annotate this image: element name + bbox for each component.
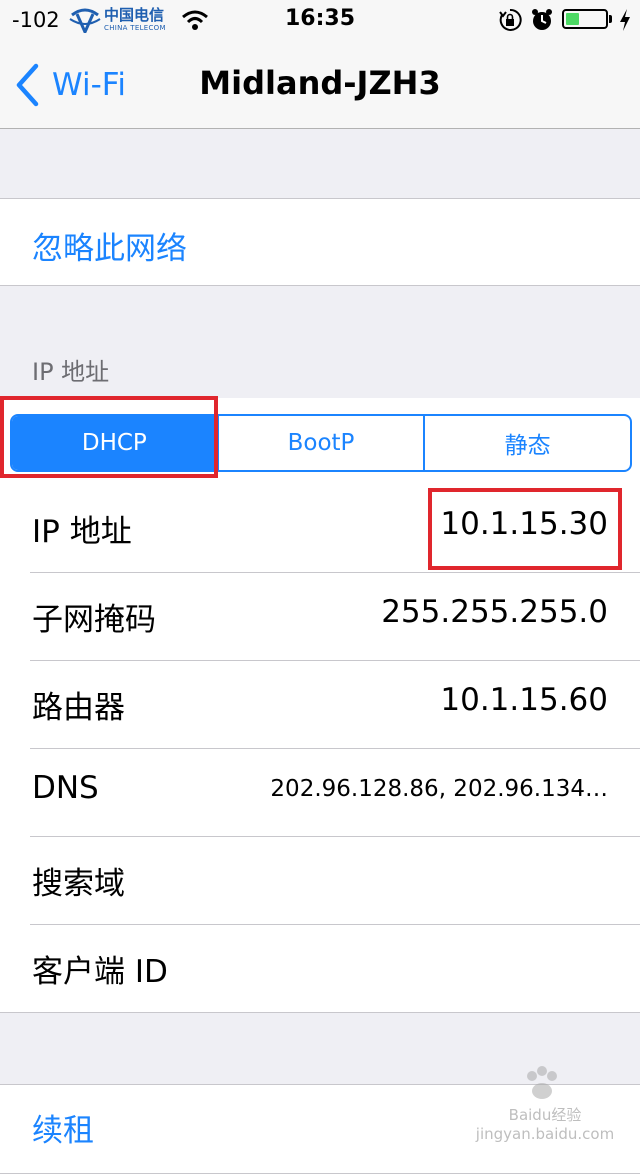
segment-bootp[interactable]: BootP [219, 416, 426, 470]
alarm-icon [532, 9, 552, 30]
battery-tip [609, 15, 612, 23]
watermark-text: Baidu经验 jingyan.baidu.com [475, 1106, 615, 1143]
field-label: 客户端 ID [32, 954, 168, 990]
field-label: DNS [32, 770, 99, 806]
renew-lease-label: 续租 [32, 1113, 94, 1149]
highlight-box-dhcp [0, 396, 218, 478]
page-title: Midland-JZH3 [199, 64, 441, 102]
orientation-lock-icon [499, 8, 522, 31]
battery-icon [562, 9, 608, 29]
segment-static[interactable]: 静态 [425, 416, 630, 470]
status-bar: -102 中国电信 CHINA TELECOM 16:35 [0, 0, 640, 40]
highlight-box-ip-value [428, 488, 622, 570]
field-router[interactable]: 路由器 10.1.15.60 [0, 660, 640, 748]
field-label: 搜索域 [32, 866, 125, 902]
forget-network-cell[interactable]: 忽略此网络 [0, 199, 640, 285]
field-client-id[interactable]: 客户端 ID [0, 924, 640, 1012]
field-label: 路由器 [32, 690, 125, 726]
field-label: 子网掩码 [32, 602, 156, 638]
watermark: Baidu经验 jingyan.baidu.com [470, 1064, 620, 1143]
paw-icon [527, 1066, 557, 1099]
field-search-domain[interactable]: 搜索域 [0, 836, 640, 924]
field-dns[interactable]: DNS 202.96.128.86, 202.96.134… [0, 748, 640, 836]
field-label: IP 地址 [32, 514, 132, 550]
battery-level [566, 13, 579, 25]
forget-network-group: 忽略此网络 [0, 198, 640, 286]
field-value: 202.96.128.86, 202.96.134… [270, 776, 608, 802]
navigation-bar: Wi-Fi Midland-JZH3 [0, 40, 640, 129]
section-header-ip: IP 地址 [32, 358, 110, 386]
field-value: 255.255.255.0 [381, 594, 608, 630]
field-value: 10.1.15.60 [440, 682, 608, 718]
field-subnet-mask[interactable]: 子网掩码 255.255.255.0 [0, 572, 640, 660]
charging-bolt-icon [620, 9, 630, 31]
forget-network-label: 忽略此网络 [32, 231, 187, 267]
